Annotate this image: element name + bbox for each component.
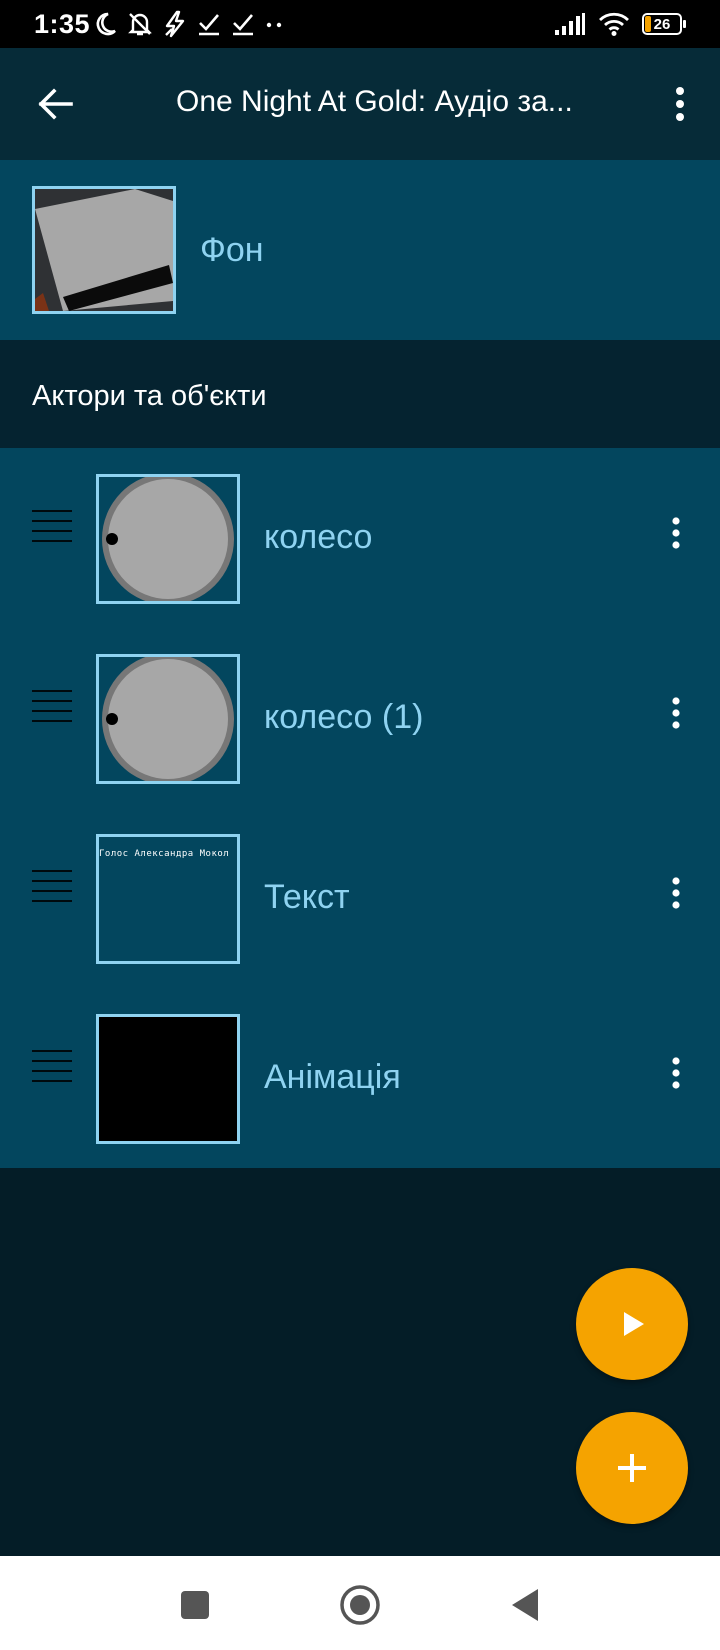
battery-icon: 26 xyxy=(642,13,686,35)
status-time: 1:35 xyxy=(34,9,91,39)
add-button[interactable] xyxy=(576,1412,688,1524)
check-download-icon xyxy=(199,14,219,36)
plus-icon xyxy=(618,1454,646,1482)
bell-off-icon xyxy=(128,13,152,36)
background-row[interactable]: Фон xyxy=(0,160,720,340)
thumbnail-text: Голос Александра Мокол xyxy=(99,849,230,859)
back-triangle-icon xyxy=(512,1589,538,1621)
more-vert-icon xyxy=(676,87,684,121)
section-title: Актори та об'єкти xyxy=(32,380,267,412)
status-icons-right: 26 xyxy=(554,8,686,40)
status-bar: 1:35 26 xyxy=(0,0,720,48)
check-download-icon xyxy=(233,14,253,36)
actor-menu-button[interactable] xyxy=(656,688,696,738)
list-item[interactable]: колесо (1) xyxy=(0,628,720,808)
back-button[interactable] xyxy=(30,79,80,129)
system-nav-bar xyxy=(0,1556,720,1650)
flash-icon xyxy=(165,10,185,38)
actor-menu-button[interactable] xyxy=(656,508,696,558)
drag-handle-icon[interactable] xyxy=(32,870,72,912)
drag-handle-icon[interactable] xyxy=(32,690,72,732)
more-vert-icon xyxy=(672,697,680,729)
actors-list: колесо колесо (1) Голос Александра Мокол… xyxy=(0,448,720,1168)
actor-label: Текст xyxy=(264,878,350,916)
play-icon xyxy=(624,1312,644,1336)
page-title: One Night At Gold: Аудіо за... xyxy=(176,85,573,118)
more-vert-icon xyxy=(672,877,680,909)
home-button[interactable] xyxy=(335,1580,385,1630)
section-header: Актори та об'єкти xyxy=(0,340,720,448)
moon-icon xyxy=(96,12,116,36)
more-vert-icon xyxy=(672,517,680,549)
more-dots-icon xyxy=(266,22,282,28)
wifi-icon xyxy=(599,12,629,36)
status-icons-left xyxy=(92,8,286,40)
list-item[interactable]: Анімація xyxy=(0,988,720,1168)
actor-thumbnail: Голос Александра Мокол xyxy=(96,834,240,964)
actor-thumbnail xyxy=(96,654,240,784)
actor-thumbnail xyxy=(96,1014,240,1144)
home-circle-icon xyxy=(340,1585,380,1625)
drag-handle-icon[interactable] xyxy=(32,510,72,552)
actor-menu-button[interactable] xyxy=(656,868,696,918)
overflow-menu-button[interactable] xyxy=(658,79,702,129)
actor-thumbnail xyxy=(96,474,240,604)
actor-label: колесо xyxy=(264,518,373,556)
actor-menu-button[interactable] xyxy=(656,1048,696,1098)
more-vert-icon xyxy=(672,1057,680,1089)
app-bar: One Night At Gold: Аудіо за... xyxy=(0,48,720,160)
actor-label: Анімація xyxy=(264,1058,401,1096)
battery-level: 26 xyxy=(653,15,671,33)
actor-label: колесо (1) xyxy=(264,698,424,736)
list-item[interactable]: колесо xyxy=(0,448,720,628)
signal-icon xyxy=(555,13,585,35)
back-nav-button[interactable] xyxy=(500,1580,550,1630)
background-label: Фон xyxy=(200,231,264,269)
play-button[interactable] xyxy=(576,1268,688,1380)
drag-handle-icon[interactable] xyxy=(32,1050,72,1092)
list-item[interactable]: Голос Александра Мокол Текст xyxy=(0,808,720,988)
arrow-back-icon xyxy=(38,88,73,120)
recents-button[interactable] xyxy=(170,1580,220,1630)
recents-square-icon xyxy=(181,1591,209,1619)
background-thumbnail xyxy=(32,186,176,314)
